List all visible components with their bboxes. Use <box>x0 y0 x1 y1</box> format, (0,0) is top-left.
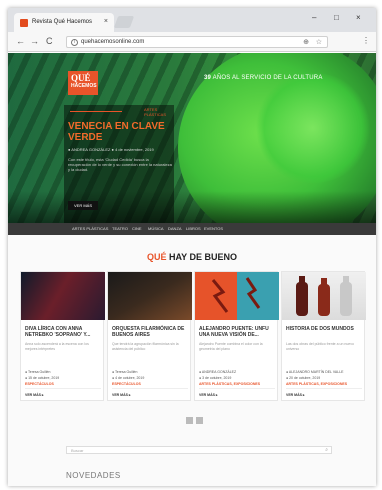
article-title[interactable]: HISTORIA DE DOS MUNDOS <box>286 326 362 332</box>
category-nav: ARTES PLÁSTICAS TEATRO CINE MÚSICA DANZA… <box>8 223 376 235</box>
card-divider <box>199 388 275 389</box>
nav-item-artes-plasticas[interactable]: ARTES PLÁSTICAS <box>72 226 108 231</box>
nav-item-eventos[interactable]: EVENTOS <box>204 226 223 231</box>
article-date: ● 20 de octubre, 2019 <box>286 376 321 380</box>
browser-menu-icon[interactable]: ⋮ <box>362 36 370 45</box>
search-input[interactable]: Buscar ⌕ <box>66 446 332 454</box>
featured-category[interactable]: ARTES PLÁSTICAS <box>144 107 174 117</box>
article-excerpt: Anna solo ascenderá a la escena con los … <box>25 342 89 351</box>
article-category[interactable]: ESPECTÁCULOS <box>25 382 103 386</box>
close-tab-icon[interactable]: × <box>104 18 108 25</box>
featured-excerpt: Con este título, esta 'Ciudad Cedida' bu… <box>68 157 172 172</box>
tab-strip: Revista Qué Hacemos × – □ × <box>8 8 376 32</box>
article-card[interactable]: HISTORIA DE DOS MUNDOS Las dos obras del… <box>281 271 366 401</box>
article-category[interactable]: ARTES PLÁSTICAS, EXPOSICIONES <box>199 382 277 386</box>
article-date: ● 15 de octubre, 2019 <box>25 376 60 380</box>
back-icon[interactable]: ← <box>16 36 25 46</box>
section-heading-rest: HAY DE BUENO <box>166 252 238 262</box>
article-excerpt: Alejandro Puente combina el color con la… <box>199 342 263 351</box>
reload-icon[interactable]: C <box>46 36 53 46</box>
hero-banner: QUÉ HACEMOS 39 AÑOS AL SERVICIO DE LA CU… <box>8 53 376 223</box>
section-heading: QUÉ HAY DE BUENO <box>8 252 376 262</box>
article-cards: DIVA LÍRICA CON ANNA NETREBKO 'SOPRANO' … <box>20 271 366 401</box>
read-more-link[interactable]: VER MÁS ▸ <box>112 393 131 397</box>
card-divider <box>25 388 101 389</box>
article-card[interactable]: ORQUESTA FILARMÓNICA DE BUENOS AIRES Que… <box>107 271 192 401</box>
search-icon[interactable]: ⌕ <box>325 447 328 453</box>
article-category[interactable]: ESPECTÁCULOS <box>112 382 190 386</box>
logo-word-hacemos: HACEMOS <box>71 83 97 89</box>
article-card[interactable]: DIVA LÍRICA CON ANNA NETREBKO 'SOPRANO' … <box>20 271 105 401</box>
read-more-link[interactable]: VER MÁS ▸ <box>286 393 305 397</box>
article-date: ● 4 de octubre, 2019 <box>112 376 145 380</box>
bookmark-star-icon[interactable]: ☆ <box>316 38 322 46</box>
browser-window: Revista Qué Hacemos × – □ × ← → C i queh… <box>8 8 376 486</box>
article-excerpt: Que tendrá la agrupación filarmónica sin… <box>112 342 179 351</box>
site-info-icon[interactable]: i <box>71 39 78 46</box>
carousel-prev-button[interactable] <box>186 417 193 424</box>
minimize-icon[interactable]: – <box>312 13 316 22</box>
nav-item-musica[interactable]: MÚSICA <box>148 226 164 231</box>
zigzag-art-icon <box>211 277 261 313</box>
hero-leaf-highlight <box>253 73 373 183</box>
nav-item-cine[interactable]: CINE <box>132 226 142 231</box>
featured-meta: ● ANDREA GONZÁLEZ ● 4 de noviembre, 2019 <box>68 147 154 152</box>
article-image-puente[interactable] <box>195 272 279 320</box>
site-tagline: 39 AÑOS AL SERVICIO DE LA CULTURA <box>204 75 323 81</box>
web-page: QUÉ HACEMOS 39 AÑOS AL SERVICIO DE LA CU… <box>8 53 376 486</box>
tab-title: Revista Qué Hacemos <box>32 19 93 25</box>
nav-item-danza[interactable]: DANZA <box>168 226 182 231</box>
maximize-icon[interactable]: □ <box>334 13 339 22</box>
card-divider <box>112 388 188 389</box>
url-text: quehacemosonline.com <box>81 39 145 45</box>
article-title[interactable]: ORQUESTA FILARMÓNICA DE BUENOS AIRES <box>112 326 188 338</box>
featured-divider <box>70 111 122 112</box>
article-author: ● ANDREA GONZÁLEZ <box>199 370 237 374</box>
article-title[interactable]: DIVA LÍRICA CON ANNA NETREBKO 'SOPRANO' … <box>25 326 101 338</box>
forward-icon[interactable]: → <box>30 36 39 46</box>
browser-tab[interactable]: Revista Qué Hacemos × <box>14 13 114 32</box>
article-excerpt: Las dos obras del público frente a un nu… <box>286 342 354 351</box>
article-card[interactable]: ALEJANDRO PUENTE: UNFU UNA NUEVA VISIÓN … <box>194 271 279 401</box>
search-placeholder: Buscar <box>71 448 84 453</box>
new-tab-button[interactable] <box>113 16 135 28</box>
article-author: ● Teresa Guillén <box>112 370 138 374</box>
card-divider <box>286 388 362 389</box>
nav-item-teatro[interactable]: TEATRO <box>112 226 128 231</box>
close-window-icon[interactable]: × <box>356 13 361 22</box>
article-image-soprano[interactable] <box>21 272 105 320</box>
favicon-icon <box>20 19 28 27</box>
read-more-link[interactable]: VER MÁS ▸ <box>25 393 44 397</box>
nav-item-libros[interactable]: LIBROS <box>186 226 201 231</box>
read-more-link[interactable]: VER MÁS ▸ <box>199 393 218 397</box>
article-title[interactable]: ALEJANDRO PUENTE: UNFU UNA NUEVA VISIÓN … <box>199 326 275 338</box>
novedades-heading: NOVEDADES <box>66 471 121 480</box>
article-author: ● ALEJANDRO MARTÍN DEL VALLE <box>286 370 344 374</box>
section-heading-accent: QUÉ <box>146 252 167 262</box>
carousel-next-button[interactable] <box>196 417 203 424</box>
logo-word-que: QUÉ <box>71 73 91 83</box>
article-author: ● Teresa Guillén <box>25 370 51 374</box>
bottles-art-icon <box>296 276 352 316</box>
address-bar[interactable]: i quehacemosonline.com ⊕ ☆ <box>66 36 328 48</box>
featured-article: ARTES PLÁSTICAS VENECIA EN CLAVE VERDE ●… <box>64 105 174 223</box>
featured-read-more-button[interactable]: VER MÁS <box>68 201 98 210</box>
article-image-orchestra[interactable] <box>108 272 192 320</box>
article-category[interactable]: ARTES PLÁSTICAS, EXPOSICIONES <box>286 382 364 386</box>
tagline-text: AÑOS AL SERVICIO DE LA CULTURA <box>211 75 323 81</box>
article-date: ● 3 de octubre, 2019 <box>199 376 232 380</box>
browser-toolbar: ← → C i quehacemosonline.com ⊕ ☆ ⋮ <box>8 32 376 52</box>
featured-title[interactable]: VENECIA EN CLAVE VERDE <box>68 121 172 143</box>
article-image-bottles[interactable] <box>282 272 366 320</box>
site-logo[interactable]: QUÉ HACEMOS <box>68 71 98 95</box>
zoom-icon[interactable]: ⊕ <box>303 38 309 46</box>
